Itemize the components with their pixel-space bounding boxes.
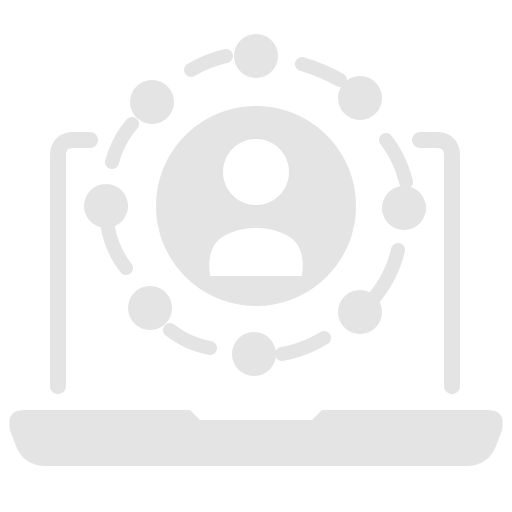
laptop-user-network-icon [9, 34, 503, 466]
icon-canvas [0, 0, 512, 512]
laptop-frame-right [412, 132, 460, 394]
ring-arc [295, 57, 347, 87]
network-node [382, 186, 426, 230]
ring-arc [101, 221, 133, 275]
network-node [128, 286, 172, 330]
ring-arc [379, 133, 413, 189]
ring-arc [105, 117, 139, 169]
user-badge [156, 106, 356, 306]
network-node [338, 290, 382, 334]
laptop-base [9, 410, 503, 466]
ring-arc [163, 323, 217, 355]
user-head [223, 139, 289, 205]
ring-arc [275, 331, 331, 361]
ring-arc [367, 243, 405, 305]
network-node [130, 80, 174, 124]
network-node [234, 34, 278, 78]
network-node [232, 332, 276, 376]
network-node [84, 184, 128, 228]
ring-arc [184, 49, 233, 77]
network-node [338, 76, 382, 120]
laptop-frame-left [50, 132, 98, 394]
